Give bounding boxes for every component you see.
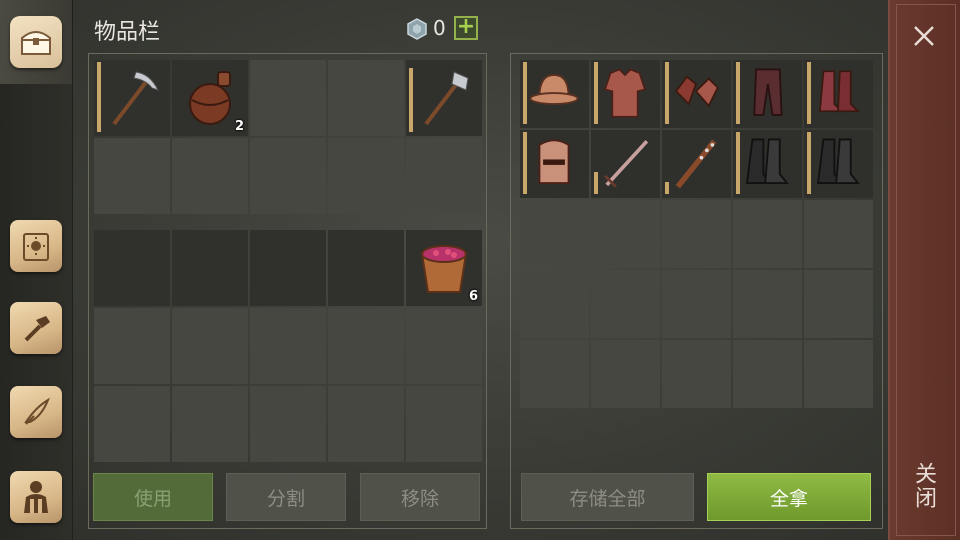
container-slot[interactable]	[804, 270, 873, 338]
container-slot[interactable]	[662, 130, 731, 198]
inventory-slot[interactable]	[172, 138, 248, 214]
container-slot[interactable]	[520, 200, 589, 268]
sidebar-item-building[interactable]	[0, 298, 72, 358]
remove-button[interactable]: 移除	[360, 473, 480, 521]
container-slot[interactable]	[591, 270, 660, 338]
inventory-slot[interactable]	[328, 60, 404, 136]
inventory-slot[interactable]	[406, 386, 482, 462]
container-slot[interactable]	[662, 270, 731, 338]
chainmail-gloves-icon	[674, 75, 719, 108]
kettle-helmet-icon	[529, 73, 579, 105]
close-panel[interactable]	[888, 0, 960, 540]
item-quantity: 2	[234, 119, 244, 134]
inventory-screen: 物品栏 0 + 2 6 使用 分割 移除 存储全部 全拿 关闭	[0, 0, 960, 540]
spiked-club-icon	[675, 139, 717, 189]
berry-basket-icon	[420, 245, 468, 293]
dark-boots-icon	[816, 138, 860, 184]
container-slot[interactable]	[733, 200, 802, 268]
container-slot[interactable]	[662, 200, 731, 268]
container-slot[interactable]	[804, 60, 873, 128]
inventory-grid-top: 2	[94, 60, 482, 214]
container-slot[interactable]	[733, 270, 802, 338]
sidebar-item-inventory[interactable]	[0, 0, 72, 84]
inventory-slot[interactable]	[94, 308, 170, 384]
container-slot[interactable]	[662, 60, 731, 128]
left-sidebar	[0, 0, 73, 540]
inventory-slot[interactable]	[250, 386, 326, 462]
container-slot[interactable]	[520, 340, 589, 408]
inventory-slot[interactable]	[328, 386, 404, 462]
container-slot[interactable]	[804, 130, 873, 198]
dark-boots-icon	[745, 138, 789, 184]
inventory-slot[interactable]	[172, 386, 248, 462]
inventory-slot[interactable]	[406, 60, 482, 136]
container-slot[interactable]	[591, 60, 660, 128]
inventory-slot[interactable]	[328, 230, 404, 306]
container-slot[interactable]	[804, 340, 873, 408]
inventory-slot[interactable]: 2	[172, 60, 248, 136]
inventory-slot[interactable]	[406, 138, 482, 214]
inventory-slot[interactable]	[250, 308, 326, 384]
close-panel-frame	[896, 4, 956, 536]
flask-icon	[189, 71, 231, 125]
use-button[interactable]: 使用	[93, 473, 213, 521]
coin-count: 0	[433, 16, 446, 40]
take-all-button[interactable]: 全拿	[707, 473, 871, 521]
inventory-grid-bottom: 6	[94, 230, 482, 462]
sword-icon	[604, 140, 649, 188]
character-icon	[10, 471, 62, 523]
inventory-slot[interactable]	[172, 308, 248, 384]
inventory-slot[interactable]	[250, 60, 326, 136]
store-all-button[interactable]: 存储全部	[521, 473, 694, 521]
inventory-slot[interactable]: 6	[406, 230, 482, 306]
sidebar-item-character[interactable]	[0, 462, 72, 532]
add-coin-button[interactable]: +	[454, 16, 478, 40]
container-slot[interactable]	[662, 340, 731, 408]
leather-pants-icon	[753, 68, 783, 116]
container-slot[interactable]	[733, 60, 802, 128]
container-slot[interactable]	[591, 200, 660, 268]
container-slot[interactable]	[520, 60, 589, 128]
durability-bar	[97, 62, 101, 132]
close-icon[interactable]	[910, 22, 938, 50]
inventory-slot[interactable]	[328, 308, 404, 384]
page-title: 物品栏	[94, 20, 161, 45]
quill-scroll-icon	[10, 386, 62, 438]
inventory-slot[interactable]	[250, 138, 326, 214]
pickaxe-icon	[112, 71, 159, 126]
container-slot[interactable]	[520, 270, 589, 338]
chest-icon	[10, 16, 62, 68]
hatchet-icon	[424, 71, 469, 126]
close-label[interactable]: 关闭	[911, 462, 939, 510]
container-slot[interactable]	[733, 130, 802, 198]
chainmail-icon	[603, 68, 647, 118]
inventory-slot[interactable]	[94, 230, 170, 306]
coin-icon	[407, 18, 427, 40]
inventory-slot[interactable]	[328, 138, 404, 214]
sun-book-icon	[10, 220, 62, 272]
container-slot[interactable]	[591, 130, 660, 198]
split-button[interactable]: 分割	[226, 473, 346, 521]
durability-bar	[409, 68, 413, 132]
sidebar-item-crafting-book[interactable]	[0, 216, 72, 276]
sidebar-item-quests[interactable]	[0, 382, 72, 442]
container-slot[interactable]	[804, 200, 873, 268]
red-boots-icon	[818, 70, 861, 113]
container-grid	[520, 60, 873, 478]
container-slot[interactable]	[520, 130, 589, 198]
inventory-slot[interactable]	[250, 230, 326, 306]
container-slot[interactable]	[733, 340, 802, 408]
inventory-slot[interactable]	[94, 138, 170, 214]
item-quantity: 6	[468, 289, 478, 304]
hammer-map-icon	[10, 302, 62, 354]
inventory-slot[interactable]	[94, 386, 170, 462]
inventory-slot[interactable]	[94, 60, 170, 136]
container-slot[interactable]	[591, 340, 660, 408]
inventory-slot[interactable]	[406, 308, 482, 384]
great-helm-icon	[538, 139, 570, 184]
inventory-slot[interactable]	[172, 230, 248, 306]
